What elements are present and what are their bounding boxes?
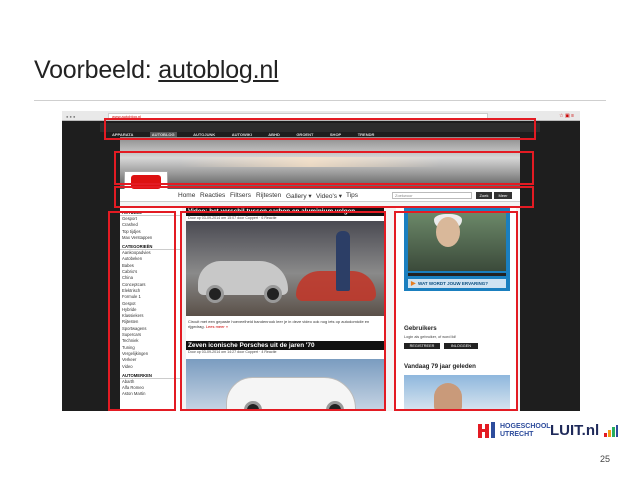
luit-bars-icon [604,425,618,437]
highlight-box-sidebar [108,211,176,411]
page-number: 25 [600,454,611,464]
title-divider [34,100,606,101]
slide-title: Voorbeeld: autoblog.nl [34,56,279,85]
window-controls-icon[interactable]: ● ● ● [66,114,75,119]
slide: Voorbeeld: autoblog.nl ● ● ● www.autoblo… [0,0,640,481]
hogeschool-utrecht-logo-icon [478,422,495,438]
hogeschool-utrecht-wordmark: HOGESCHOOL UTRECHT [500,423,551,439]
hu-line-2: UTRECHT [500,431,534,438]
slide-title-prefix: Voorbeeld: [34,56,159,84]
highlight-box-mainnav [114,186,534,208]
highlight-box-content [180,211,386,411]
slide-title-link[interactable]: autoblog.nl [158,56,278,84]
highlight-box-topnav [104,118,536,140]
highlight-box-rightcol [394,211,518,411]
website-screenshot: ● ● ● www.autoblog.nl ☆ ▣ ≡ APPARATA AUT… [62,111,580,411]
hu-line-1: HOGESCHOOL [500,423,551,430]
browser-extensions-icon[interactable]: ☆ ▣ ≡ [559,113,574,119]
luit-logo: LUIT.nl [550,422,600,439]
highlight-box-banner [114,151,534,185]
